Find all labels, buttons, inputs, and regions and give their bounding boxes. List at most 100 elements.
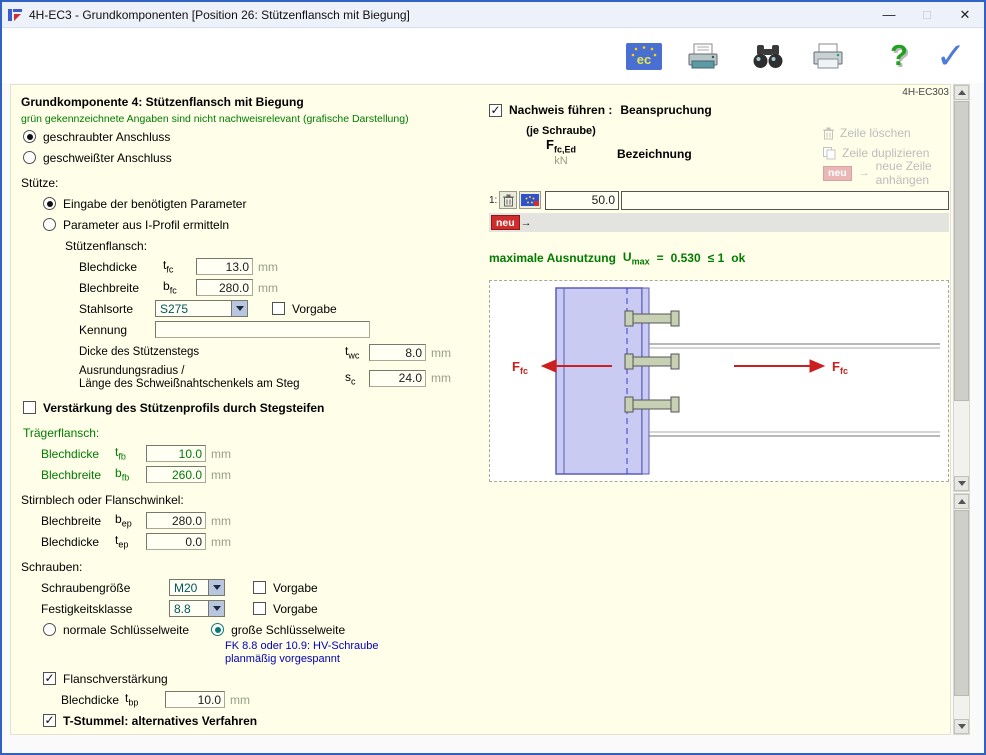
scrollbar-thumb[interactable] [954,510,969,696]
bfc-symbol: bfc [163,279,196,295]
force-label-left: Ffc [512,359,528,376]
kennung-input[interactable] [155,321,370,338]
append-row-label: neue Zeile anhängen [876,159,951,187]
page-title: Grundkomponente 4: Stützenflansch mit Bi… [21,93,485,111]
tstummel-label: T-Stummel: alternatives Verfahren [63,714,257,728]
tstummel-checkbox[interactable] [43,714,56,727]
schraubengroesse-select[interactable]: M20 [169,579,225,596]
scroll-up-icon[interactable] [954,85,969,100]
stuetze-section-label: Stütze: [21,172,485,193]
bfc-input[interactable] [196,279,253,296]
tep-symbol: tep [115,533,146,549]
stegsteifen-checkbox[interactable] [23,401,36,414]
force-label-right: Ffc [832,359,848,376]
close-button[interactable]: ✕ [946,2,984,28]
schraubengroesse-row: Schraubengröße M20 Vorgabe [41,577,485,598]
printer-icon [810,41,846,71]
stahlsorte-vorgabe-checkbox[interactable] [272,302,285,315]
scroll-down-icon[interactable] [954,719,969,734]
bfb-symbol: bfb [115,466,146,482]
stahlsorte-label: Stahlsorte [79,302,155,316]
bfb-label: Blechbreite [41,468,115,482]
minimize-button[interactable]: — [870,2,908,28]
duplicate-row-label: Zeile duplizieren [842,146,929,160]
result-label: maximale Ausnutzung [489,251,616,265]
schraubengroesse-value: M20 [170,580,208,595]
tfb-input[interactable] [146,445,206,462]
stahlsorte-select[interactable]: S275 [155,300,248,317]
confirm-check-icon: ✓ [936,35,966,77]
param-input-option-row: Eingabe der benötigten Parameter [43,193,485,214]
confirm-button[interactable]: ✓ [936,35,966,77]
maximize-button[interactable]: □ [908,2,946,28]
radio-grosse-schluesselweite[interactable] [211,623,224,636]
neu-chip-disabled[interactable]: neu [823,166,852,181]
search-button[interactable] [750,41,786,71]
table-header: (je Schraube) Ffc,Ed kN Bezeichnung [489,123,951,189]
scrollbar-thumb[interactable] [954,101,969,401]
radio-bolted-connection[interactable] [23,130,36,143]
result-condition: ≤ 1 [708,251,725,265]
sc-input[interactable] [369,370,426,387]
scroll-up-icon[interactable] [954,494,969,509]
eu-flag-button[interactable] [519,191,541,209]
bep-unit: mm [211,514,231,528]
force-input[interactable] [545,191,619,210]
row-delete-button[interactable] [499,191,517,209]
bep-symbol: bep [115,512,146,528]
utilization-result: maximale Ausnutzung Umax = 0.530 ≤ 1 ok [489,250,951,266]
bfc-row: Blechbreite bfc mm [79,277,485,298]
connection-diagram: Ffc Ffc [489,280,949,482]
input-panel: Grundkomponente 4: Stützenflansch mit Bi… [21,93,485,731]
force-header-note: (je Schraube) [499,125,623,137]
eurocode-button[interactable]: ec [626,43,662,70]
neu-button[interactable]: neu [491,215,520,230]
bep-input[interactable] [146,512,206,529]
module-code: 4H-EC303 [902,87,949,98]
dropdown-arrow-icon[interactable] [208,580,224,595]
print-button[interactable] [810,41,846,71]
eu-ec-icon: ec [626,43,662,70]
row-actions: Zeile löschen Zeile duplizieren neu → ne… [823,123,951,183]
dropdown-arrow-icon[interactable] [208,601,224,616]
groesse-vorgabe-checkbox[interactable] [253,581,266,594]
radio-normale-schluesselweite[interactable] [43,623,56,636]
delete-row-action[interactable]: Zeile löschen [823,123,951,143]
force-header-unit: kN [499,155,623,167]
force-header-symbol: Ffc,Ed [499,137,623,155]
bfb-input[interactable] [146,466,206,483]
tfb-symbol: tfb [115,445,146,461]
app-icon [7,7,23,23]
tbp-input[interactable] [165,691,225,708]
sc-symbol: sc [345,370,369,386]
tep-input[interactable] [146,533,206,550]
radio-welded-label: geschweißter Anschluss [43,151,172,165]
klasse-vorgabe-checkbox[interactable] [253,602,266,615]
scroll-down-icon[interactable] [954,476,969,491]
tbp-label: Blechdicke [61,693,125,707]
radio-param-input[interactable] [43,197,56,210]
nachweis-checkbox[interactable] [489,104,502,117]
tfc-symbol: tfc [163,258,196,274]
connection-diagram-svg: Ffc Ffc [494,286,944,476]
append-row-action[interactable]: neu → neue Zeile anhängen [823,163,951,183]
flanschverstaerkung-checkbox[interactable] [43,672,56,685]
festigkeitsklasse-select[interactable]: 8.8 [169,600,225,617]
nachweis-row: Nachweis führen : Beanspruchung [489,99,951,121]
twc-input[interactable] [369,344,426,361]
bfc-unit: mm [258,281,278,295]
scrollbar-upper[interactable] [953,84,970,492]
print-list-button[interactable] [686,41,722,71]
result-equals: = [657,251,664,265]
bep-row: Blechbreite bep mm [41,510,485,531]
bezeichnung-input[interactable] [621,191,949,210]
tfc-row: Blechdicke tfc mm [79,256,485,277]
scrollbar-lower[interactable] [953,493,970,735]
help-button[interactable]: ? [890,40,908,73]
duplicate-icon [823,147,836,160]
radio-from-profile[interactable] [43,218,56,231]
tfc-input[interactable] [196,258,253,275]
dropdown-arrow-icon[interactable] [231,301,247,316]
trash-icon [503,194,514,207]
radio-welded-connection[interactable] [23,151,36,164]
